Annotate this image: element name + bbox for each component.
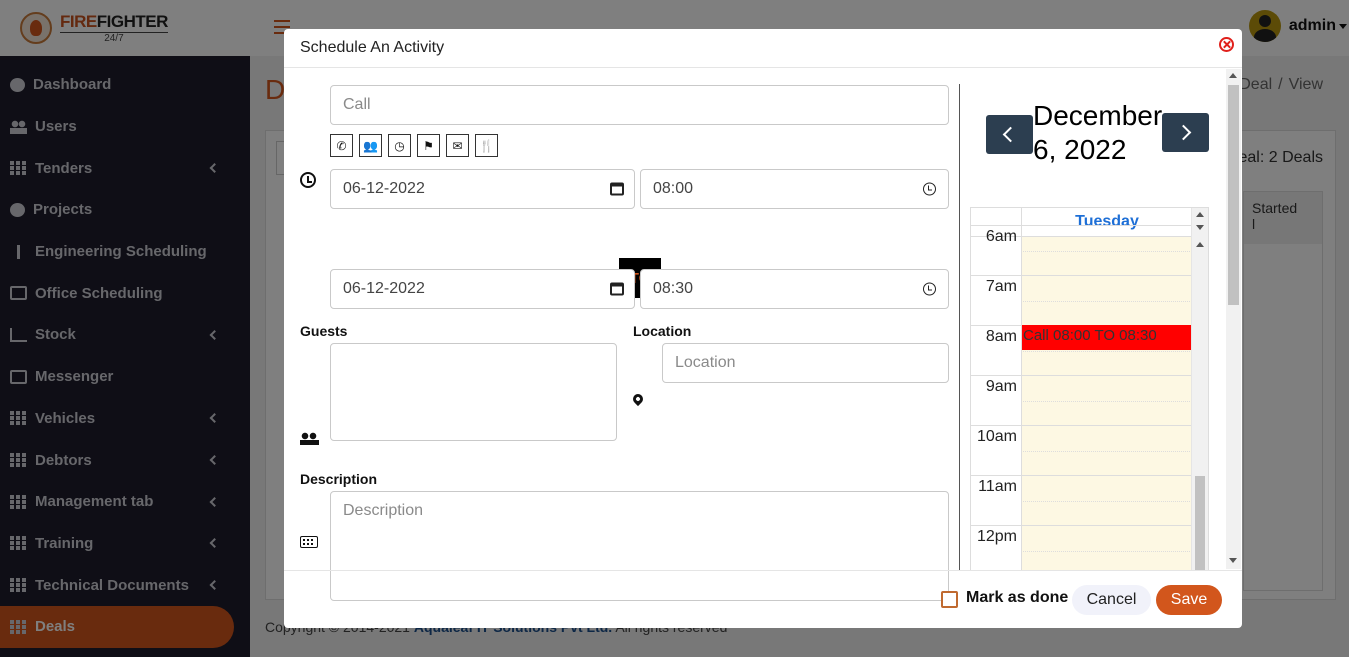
hour-label: 8am [985, 328, 1017, 345]
calendar-icon[interactable] [610, 182, 624, 196]
half-hour-line [1021, 401, 1192, 402]
half-hour-line [1021, 251, 1192, 252]
column-divider [959, 84, 960, 570]
mark-done-label[interactable]: Mark as done [966, 589, 1068, 607]
mark-done-checkbox[interactable] [941, 591, 958, 608]
hour-row: 11am [971, 475, 1192, 525]
hour-label: 9am [985, 378, 1017, 395]
subject-input[interactable]: Call [330, 85, 949, 125]
time-clock-icon [300, 172, 316, 188]
end-date-input[interactable]: 06-12-2022 [330, 269, 635, 309]
schedule-activity-modal: Schedule An Activity Call ✆ 👥 ◷ ⚑ ✉ 🍴 06… [284, 29, 1242, 628]
hour-row: 9am [971, 375, 1192, 425]
hour-label: 6am [985, 228, 1017, 245]
cancel-button[interactable]: Cancel [1072, 585, 1151, 615]
half-hour-line [1021, 301, 1192, 302]
modal-header: Schedule An Activity [284, 29, 1242, 68]
activity-form: Call ✆ 👥 ◷ ⚑ ✉ 🍴 06-12-2022 08:00 TO 06-… [284, 69, 964, 601]
hour-label: 10am [976, 428, 1017, 445]
hour-row: 10am [971, 425, 1192, 475]
hour-label: 7am [985, 278, 1017, 295]
half-hour-line [1021, 551, 1192, 552]
scroll-down-icon[interactable] [1196, 225, 1204, 230]
start-time-input[interactable]: 08:00 [640, 169, 949, 209]
scroll-down-icon[interactable] [1229, 558, 1237, 563]
meeting-icon[interactable]: 👥 [359, 134, 382, 157]
email-icon[interactable]: ✉ [446, 134, 469, 157]
half-hour-line [1021, 451, 1192, 452]
hour-row: 6am [971, 225, 1192, 275]
calendar-body[interactable]: 6am 7am 8am 9am 10am 11am 12pm Call 08:0… [971, 225, 1192, 570]
calendar-title: December 6, 2022 [1033, 100, 1163, 165]
next-day-button[interactable] [1162, 113, 1209, 152]
hour-label: 12pm [976, 528, 1017, 545]
location-pin-icon [630, 391, 646, 407]
start-date-input[interactable]: 06-12-2022 [330, 169, 635, 209]
end-time-value: 08:30 [653, 280, 694, 297]
phone-icon[interactable]: ✆ [330, 134, 353, 157]
hour-row: 12pm [971, 525, 1192, 570]
day-calendar: December 6, 2022 Tuesday 6am 7am 8am 9am… [970, 69, 1225, 570]
start-time-value: 08:00 [653, 180, 694, 197]
scroll-up-icon[interactable] [1229, 73, 1237, 78]
hour-label: 11am [978, 478, 1017, 495]
guests-icon [300, 432, 319, 445]
close-icon[interactable] [1219, 37, 1234, 52]
calendar-icon[interactable] [610, 282, 624, 296]
modal-title: Schedule An Activity [300, 39, 445, 56]
calendar-event[interactable]: Call 08:00 TO 08:30 [1022, 325, 1192, 350]
end-time-input[interactable]: 08:30 [640, 269, 949, 309]
lunch-icon[interactable]: 🍴 [475, 134, 498, 157]
flag-icon[interactable]: ⚑ [417, 134, 440, 157]
clock-icon[interactable] [923, 282, 936, 296]
calendar-grid: Tuesday 6am 7am 8am 9am 10am 11am 12pm C… [970, 207, 1209, 570]
prev-day-button[interactable] [986, 115, 1033, 154]
location-label: Location [633, 323, 692, 339]
keyboard-icon [300, 536, 318, 548]
scroll-up-icon[interactable] [1196, 212, 1204, 217]
half-hour-line [1021, 501, 1192, 502]
modal-footer: Mark as done Cancel Save [284, 570, 1242, 628]
half-hour-line [1021, 351, 1192, 352]
guests-label: Guests [300, 323, 348, 339]
end-date-value: 06-12-2022 [343, 280, 425, 297]
scroll-thumb[interactable] [1195, 476, 1205, 570]
modal-scrollbar[interactable] [1226, 69, 1241, 569]
scroll-up-icon[interactable] [1196, 242, 1204, 247]
clock-icon[interactable]: ◷ [388, 134, 411, 157]
guests-field[interactable] [330, 343, 617, 441]
scroll-thumb[interactable] [1228, 85, 1239, 305]
activity-type-buttons: ✆ 👥 ◷ ⚑ ✉ 🍴 [330, 134, 498, 157]
calendar-scrollbar[interactable] [1191, 208, 1208, 570]
hour-row: 7am [971, 275, 1192, 325]
clock-icon[interactable] [923, 182, 936, 196]
start-date-value: 06-12-2022 [343, 180, 425, 197]
description-label: Description [300, 471, 378, 487]
save-button[interactable]: Save [1156, 585, 1222, 615]
location-input[interactable]: Location [662, 343, 949, 383]
